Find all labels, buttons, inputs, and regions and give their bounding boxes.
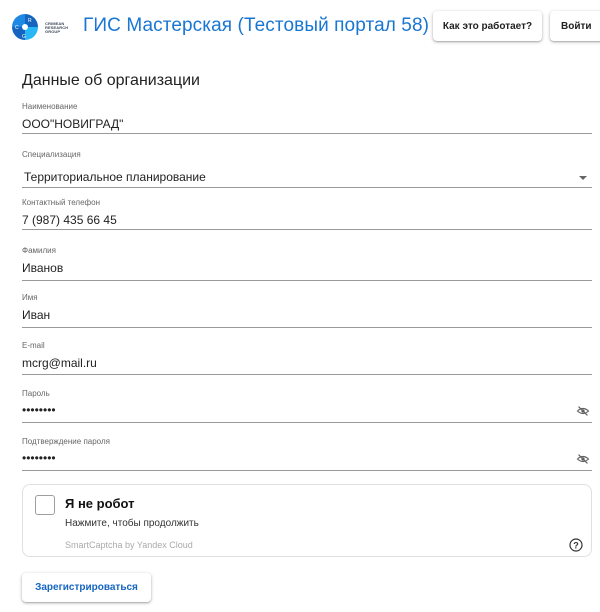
field-label: Имя — [22, 293, 38, 302]
svg-text:R: R — [28, 18, 32, 24]
register-button[interactable]: Зарегистрироваться — [22, 573, 151, 602]
app-title[interactable]: ГИС Мастерская (Тестовый портал 58) — [83, 15, 429, 37]
logo-icon: R C G — [12, 14, 38, 40]
field-underline — [22, 133, 592, 134]
login-button[interactable]: Войти — [550, 11, 600, 41]
field-label: Наименование — [22, 102, 78, 111]
first-name-field[interactable]: Имя Иван — [22, 293, 592, 328]
field-label: Специализация — [22, 150, 81, 159]
field-underline — [22, 187, 592, 188]
field-value[interactable]: •••••••• — [22, 451, 56, 465]
field-value[interactable]: Иван — [22, 308, 50, 322]
field-underline — [22, 470, 592, 471]
field-label: Подтверждение пароля — [22, 437, 110, 446]
eye-off-icon[interactable] — [576, 454, 590, 464]
field-value[interactable]: 7 (987) 435 66 45 — [22, 213, 117, 227]
field-label: E-mail — [22, 341, 45, 350]
help-symbol: ? — [573, 541, 579, 551]
field-value[interactable]: ООО"НОВИГРАД" — [22, 117, 123, 131]
specialization-select[interactable]: Специализация Территориальное планирован… — [22, 150, 592, 188]
header: R C G CRIMEAN RESEARCH GROUP ГИС Мастерс… — [0, 0, 600, 56]
captcha-checkbox[interactable] — [35, 495, 55, 515]
how-it-works-button[interactable]: Как это работает? — [433, 11, 542, 41]
password-field[interactable]: Пароль •••••••• — [22, 389, 592, 423]
section-title: Данные об организации — [22, 72, 200, 89]
logo-text: CRIMEAN RESEARCH GROUP — [45, 21, 69, 34]
field-label: Контактный телефон — [22, 198, 100, 207]
last-name-field[interactable]: Фамилия Иванов — [22, 246, 592, 281]
field-value[interactable]: •••••••• — [22, 403, 56, 417]
captcha-title: Я не робот — [65, 496, 135, 511]
svg-text:C: C — [15, 25, 19, 31]
field-underline — [22, 229, 592, 230]
field-underline — [22, 422, 592, 423]
eye-off-icon[interactable] — [576, 406, 590, 416]
field-underline — [22, 374, 592, 375]
captcha-brand: SmartCaptcha by Yandex Cloud — [65, 540, 193, 550]
captcha-subtitle: Нажмите, чтобы продолжить — [65, 518, 199, 529]
field-value[interactable]: Иванов — [22, 261, 63, 275]
field-underline — [22, 280, 592, 281]
captcha-widget: Я не робот Нажмите, чтобы продолжить Sma… — [22, 484, 592, 557]
confirm-password-field[interactable]: Подтверждение пароля •••••••• — [22, 437, 592, 471]
help-circle-icon[interactable]: ? — [569, 538, 583, 552]
svg-text:G: G — [22, 34, 26, 40]
organization-name-field[interactable]: Наименование ООО"НОВИГРАД" — [22, 102, 592, 134]
field-underline — [22, 327, 592, 328]
field-value[interactable]: mcrg@mail.ru — [22, 356, 97, 370]
field-label: Пароль — [22, 389, 50, 398]
phone-field[interactable]: Контактный телефон 7 (987) 435 66 45 — [22, 198, 592, 230]
caret-down-icon[interactable] — [579, 176, 587, 180]
email-field[interactable]: E-mail mcrg@mail.ru — [22, 341, 592, 375]
field-label: Фамилия — [22, 246, 56, 255]
field-value[interactable]: Территориальное планирование — [24, 170, 206, 184]
